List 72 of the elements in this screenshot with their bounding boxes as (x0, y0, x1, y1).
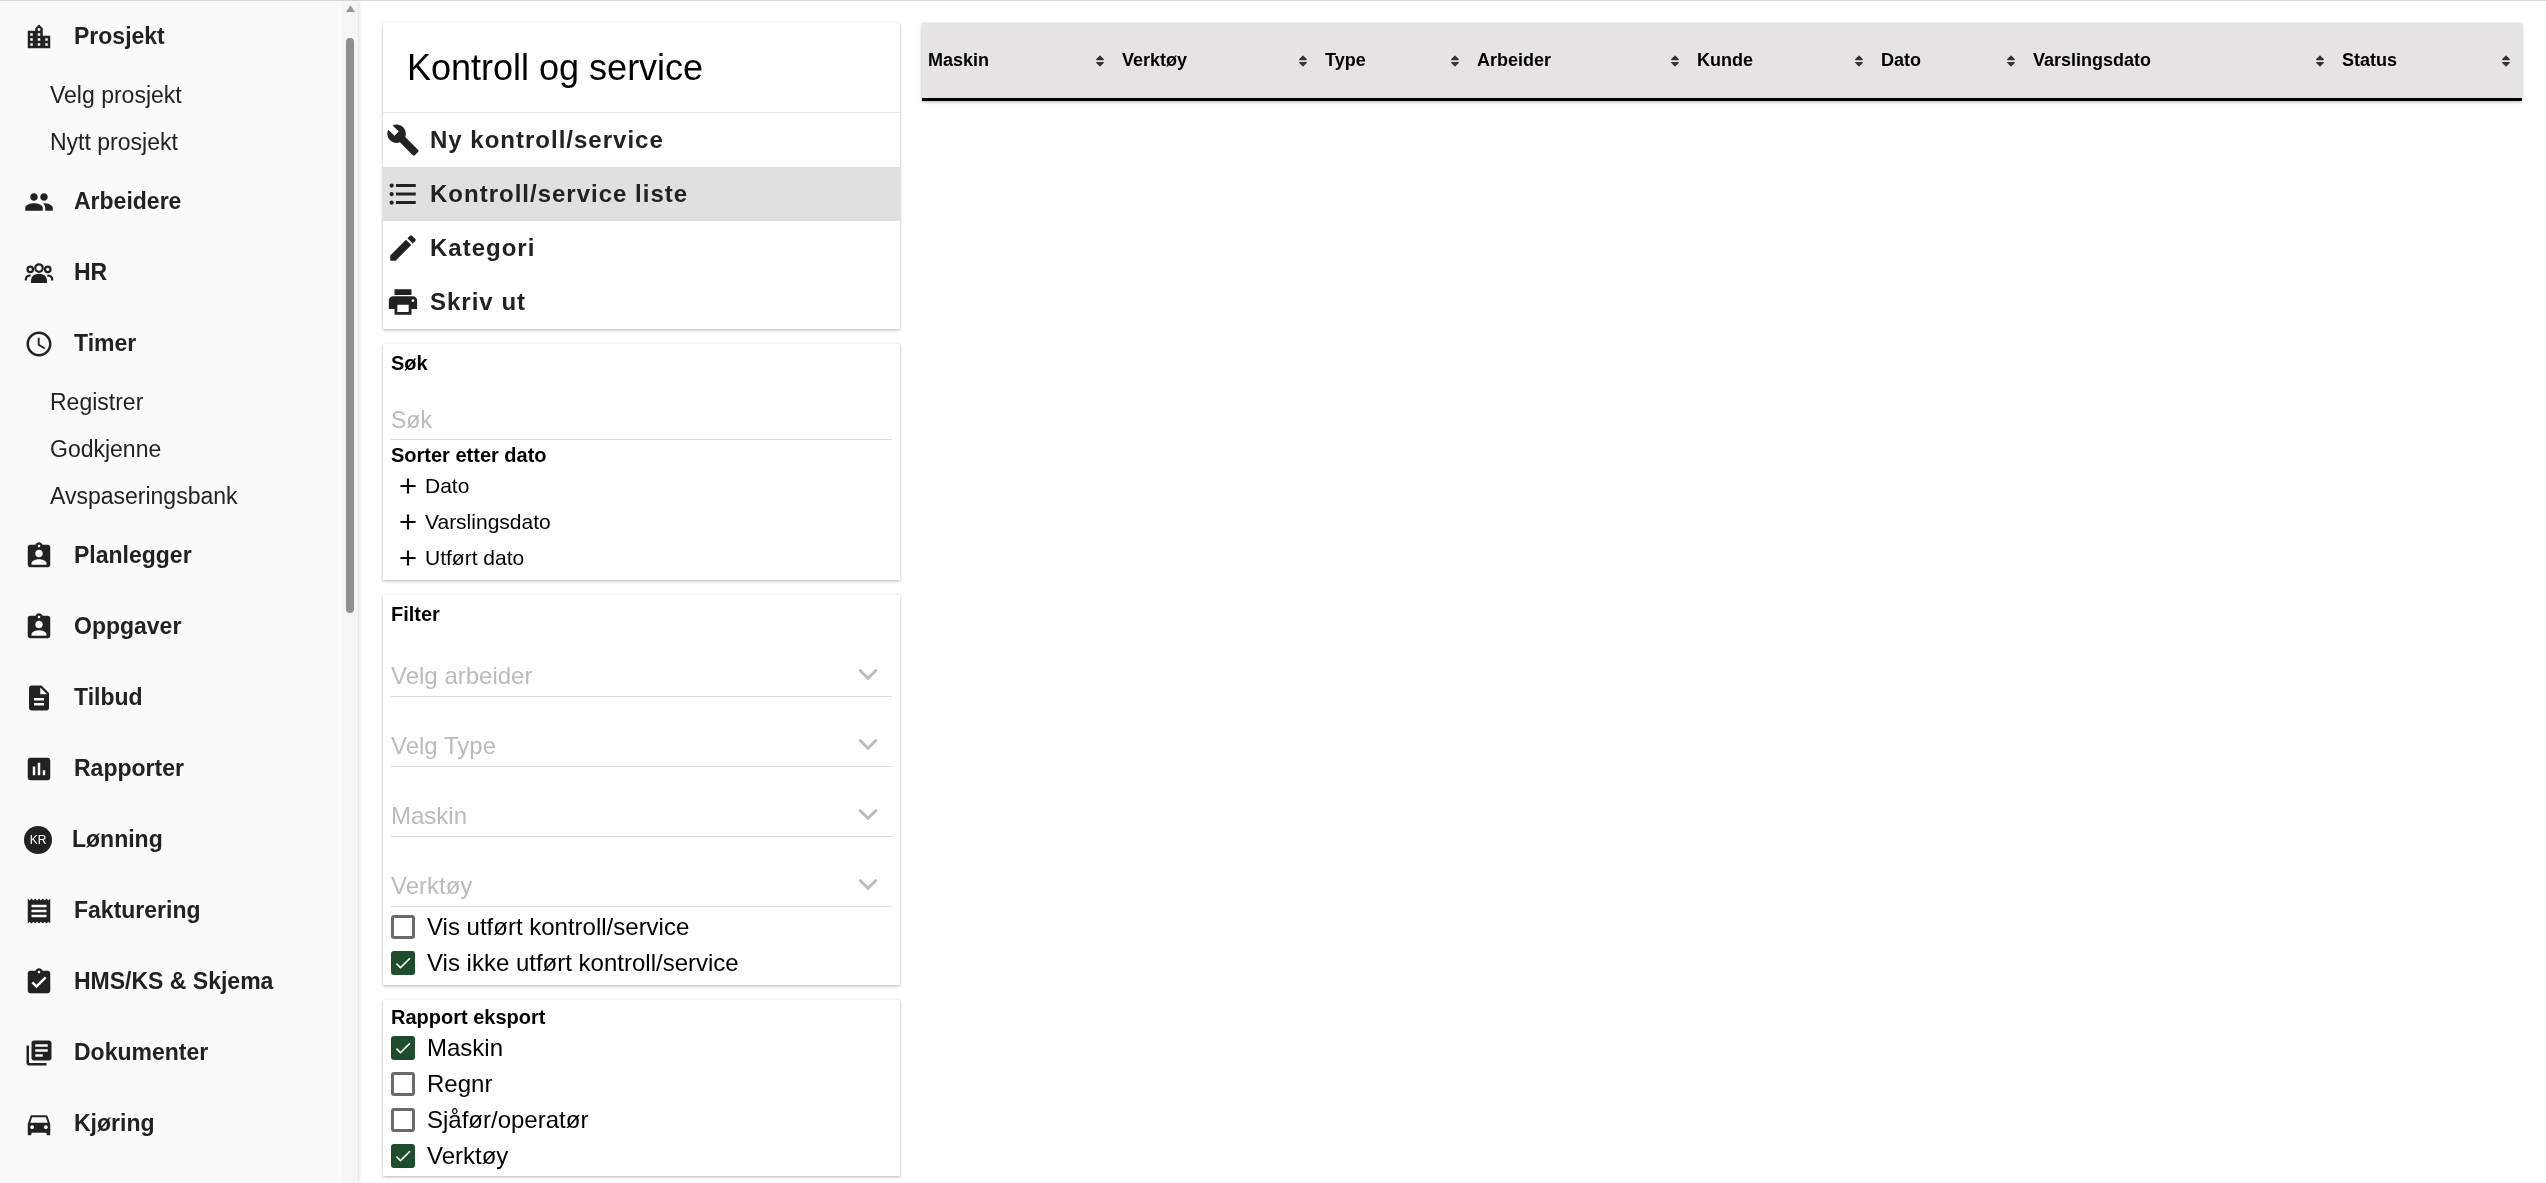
sort-icon (1853, 53, 1865, 68)
scroll-up-arrow-icon[interactable] (345, 5, 355, 12)
column-header[interactable]: Maskin (922, 23, 1116, 98)
checkbox[interactable] (391, 1036, 415, 1060)
sidebar-subitem[interactable]: Nytt prosjekt (0, 119, 342, 166)
checkbox[interactable] (391, 1072, 415, 1096)
sidebar-item[interactable]: Rapporter (0, 733, 342, 804)
column-header[interactable]: Kunde (1691, 23, 1875, 98)
sort-icon (2314, 53, 2326, 68)
checkbox-label: Vis ikke utført kontroll/service (427, 948, 739, 978)
sort-option[interactable]: Varslingsdato (391, 504, 892, 540)
sidebar-item[interactable]: Kjøring (0, 1088, 342, 1159)
checkbox-label: Vis utført kontroll/service (427, 912, 690, 942)
chevron-down-icon (858, 738, 878, 750)
menu-item[interactable]: Ny kontroll/service (383, 113, 900, 167)
checkbox[interactable] (391, 915, 415, 939)
sidebar-subitem[interactable]: Velg prosjekt (0, 72, 342, 119)
checkbox-label: Verktøy (427, 1141, 509, 1171)
currency-badge-icon: KR (24, 825, 52, 854)
column-header[interactable]: Verktøy (1116, 23, 1319, 98)
checkbox-label: Regnr (427, 1069, 493, 1099)
checkbox[interactable] (391, 1108, 415, 1132)
column-header[interactable]: Status (2336, 23, 2522, 98)
sidebar-item[interactable]: Oppgaver (0, 591, 342, 662)
section-heading: Rapport eksport (391, 1005, 547, 1030)
sort-icon (2500, 53, 2512, 68)
sidebar-item[interactable]: HR (0, 237, 342, 308)
sort-icon (1669, 53, 1681, 68)
sidebar-item[interactable]: Arbeidere (0, 166, 342, 237)
checkbox-row[interactable]: Vis ikke utført kontroll/service (391, 945, 892, 981)
search-field[interactable]: Søk (391, 402, 892, 440)
column-header[interactable]: Dato (1875, 23, 2027, 98)
scrollbar-thumb[interactable] (346, 38, 354, 613)
checkbox-row[interactable]: Regnr (391, 1066, 892, 1102)
sidebar-item[interactable]: Planlegger (0, 520, 342, 591)
sidebar-item[interactable]: Prosjekt (0, 1, 342, 72)
sort-icon (1094, 53, 1106, 68)
sort-icon (1449, 53, 1461, 68)
chevron-down-icon (858, 808, 878, 820)
checkbox-row[interactable]: Verktøy (391, 1138, 892, 1174)
wrench-icon (386, 123, 420, 157)
sidebar-item[interactable]: KR Lønning (0, 804, 342, 875)
sidebar-item[interactable]: Fakturering (0, 875, 342, 946)
section-heading: Sorter etter dato (391, 443, 548, 468)
sidebar-item[interactable]: HMS/KS & Skjema (0, 946, 342, 1017)
checkbox[interactable] (391, 951, 415, 975)
menu-item[interactable]: Skriv ut (383, 275, 900, 329)
chevron-down-icon (858, 668, 878, 680)
chevron-down-icon (858, 878, 878, 890)
sidebar-item[interactable]: Tilbud (0, 662, 342, 733)
sidebar-subitem[interactable]: Avspaseringsbank (0, 473, 342, 520)
sidebar-item[interactable]: Dokumenter (0, 1017, 342, 1088)
checkbox-label: Sjåfør/operatør (427, 1105, 589, 1135)
sort-icon (1297, 53, 1309, 68)
checkbox[interactable] (391, 1144, 415, 1168)
checkbox-row[interactable]: Maskin (391, 1030, 892, 1066)
sort-option[interactable]: Dato (391, 468, 892, 504)
menu-item[interactable]: Kategori (383, 221, 900, 275)
menu-item[interactable]: Kontroll/service liste (383, 167, 900, 221)
column-header[interactable]: Varslingsdato (2027, 23, 2336, 98)
sort-option[interactable]: Utført dato (391, 540, 892, 576)
column-header[interactable]: Arbeider (1471, 23, 1691, 98)
sort-icon (2005, 53, 2017, 68)
column-header[interactable]: Type (1319, 23, 1471, 98)
checkbox-row[interactable]: Sjåfør/operatør (391, 1102, 892, 1138)
sidebar-item[interactable]: Timer (0, 308, 342, 379)
section-heading: Søk (391, 351, 429, 376)
checkbox-label: Maskin (427, 1033, 504, 1063)
sidebar-subitem[interactable]: Godkjenne (0, 426, 342, 473)
section-heading: Filter (391, 602, 441, 627)
checkbox-row[interactable]: Vis utført kontroll/service (391, 909, 892, 945)
sidebar-subitem[interactable]: Registrer (0, 379, 342, 426)
